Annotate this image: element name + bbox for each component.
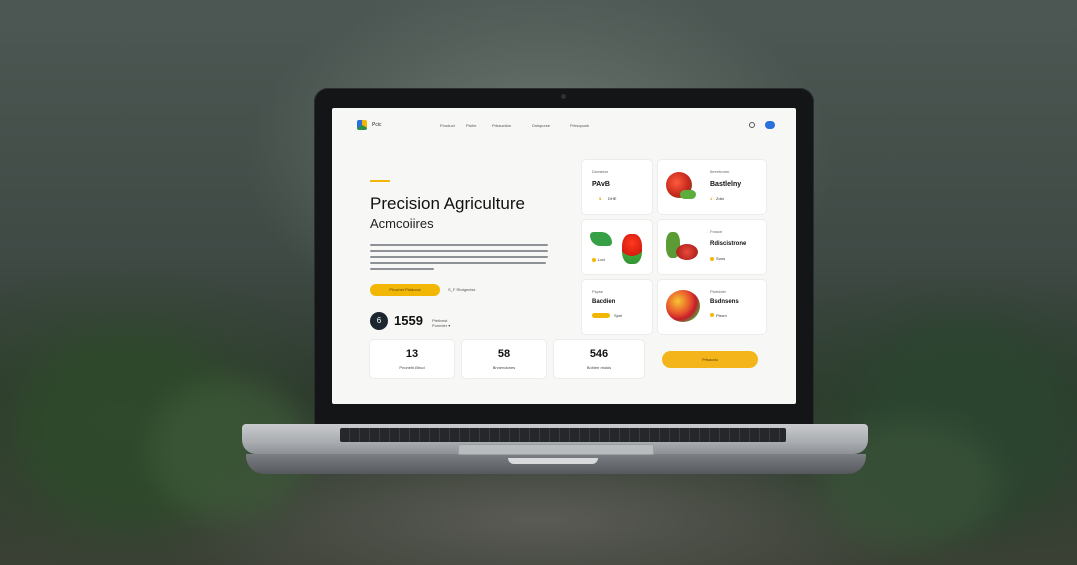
product-card[interactable]: Ptotnider Bsdnsens Ptrom xyxy=(658,280,766,334)
main-action-button[interactable]: Prtsaodo xyxy=(662,351,758,368)
hero-title: Precision Agriculture xyxy=(370,194,525,213)
metric-label: Bohlee rirokis xyxy=(586,365,612,370)
card-label: Frosce xyxy=(710,229,723,234)
status-dot xyxy=(592,258,596,262)
nav-link-3[interactable]: Prbauction xyxy=(492,123,511,128)
produce-image xyxy=(666,290,700,322)
product-card[interactable]: Pspse Bacdien Spnl xyxy=(582,280,652,334)
stat-value: 1559 xyxy=(394,313,423,328)
produce-image xyxy=(590,232,612,246)
product-card[interactable]: Donsteor PAvB $ DHE xyxy=(582,160,652,214)
card-label: Donsteor xyxy=(592,169,609,174)
status-pill xyxy=(592,313,610,318)
card-value: Ptrom xyxy=(716,313,727,318)
stat-badge: 6 xyxy=(370,312,388,330)
card-value: Sons xyxy=(716,256,726,261)
account-button[interactable] xyxy=(765,121,775,129)
metric-card: 546 Bohlee rirokis xyxy=(554,340,644,378)
card-value: Lod xyxy=(598,257,605,262)
card-title: PAvB xyxy=(592,181,610,188)
produce-image xyxy=(676,244,698,260)
card-title: Bastlelny xyxy=(710,181,742,188)
card-value: Zdst xyxy=(716,196,724,201)
brand-name[interactable]: Pcic xyxy=(372,122,381,128)
body-text-line xyxy=(370,268,434,270)
metric-value: 13 xyxy=(405,348,419,360)
product-card[interactable]: Lod xyxy=(582,220,652,274)
nav-link-1[interactable]: Pnoduct xyxy=(440,123,455,128)
nav-link-5[interactable]: Prhsopunk xyxy=(570,123,589,128)
product-card[interactable]: Frosce Rdiscistrone Sons xyxy=(658,220,766,274)
card-label: Ptotnider xyxy=(710,289,727,294)
metric-value: 546 xyxy=(589,348,609,360)
card-label: Ibrentroner xyxy=(710,169,730,174)
body-text-line xyxy=(370,262,546,264)
stat-caption: Ptetivnst Ponmter ▾ xyxy=(432,318,450,328)
laptop-touchpad xyxy=(458,444,654,455)
camera-icon xyxy=(561,94,566,99)
card-mark: $ xyxy=(599,196,602,201)
card-label: Pspse xyxy=(592,289,604,294)
card-value: DHE xyxy=(608,196,617,201)
stat-caption-line2[interactable]: Ponmter ▾ xyxy=(432,323,450,328)
produce-image xyxy=(622,234,642,264)
metric-card: 58 Bnnendones xyxy=(462,340,546,378)
nav-link-4[interactable]: Dnispurse xyxy=(532,123,550,128)
body-text-line xyxy=(370,256,548,258)
body-text-line xyxy=(370,244,548,246)
laptop-lid-notch xyxy=(508,458,598,464)
card-value: Spnl xyxy=(614,313,623,318)
metric-value: 58 xyxy=(497,348,511,360)
card-mark: 1 xyxy=(710,196,713,201)
card-title: Bacdien xyxy=(592,299,616,305)
body-text-line xyxy=(370,250,548,252)
status-dot xyxy=(710,313,714,317)
laptop-screen: Pcic Pnoduct Ptohe Prbauction Dnispurse … xyxy=(332,108,796,404)
laptop-bottom-edge xyxy=(246,454,866,474)
nav-link-2[interactable]: Ptohe xyxy=(466,123,476,128)
brand-logo-icon[interactable] xyxy=(357,120,367,130)
status-dot xyxy=(710,257,714,261)
search-icon[interactable] xyxy=(749,122,755,128)
metric-label: Pnonehl.Brlud xyxy=(399,365,425,370)
laptop-keyboard xyxy=(340,428,786,442)
primary-cta-button[interactable]: Phochst Ptdducst xyxy=(370,284,440,296)
eyebrow-accent xyxy=(370,180,390,182)
card-title: Bsdnsens xyxy=(710,299,739,305)
product-card[interactable]: Ibrentroner Bastlelny 1 Zdst xyxy=(658,160,766,214)
produce-image xyxy=(680,190,696,199)
metric-card: 13 Pnonehl.Brlud xyxy=(370,340,454,378)
card-title: Rdiscistrone xyxy=(710,241,747,247)
metric-label: Bnnendones xyxy=(492,365,516,370)
secondary-cta-link[interactable]: S_F Rtotgectss xyxy=(448,287,475,292)
laptop-lid: Pcic Pnoduct Ptohe Prbauction Dnispurse … xyxy=(314,88,814,426)
hero-subtitle: Acmcoiires xyxy=(370,216,434,231)
